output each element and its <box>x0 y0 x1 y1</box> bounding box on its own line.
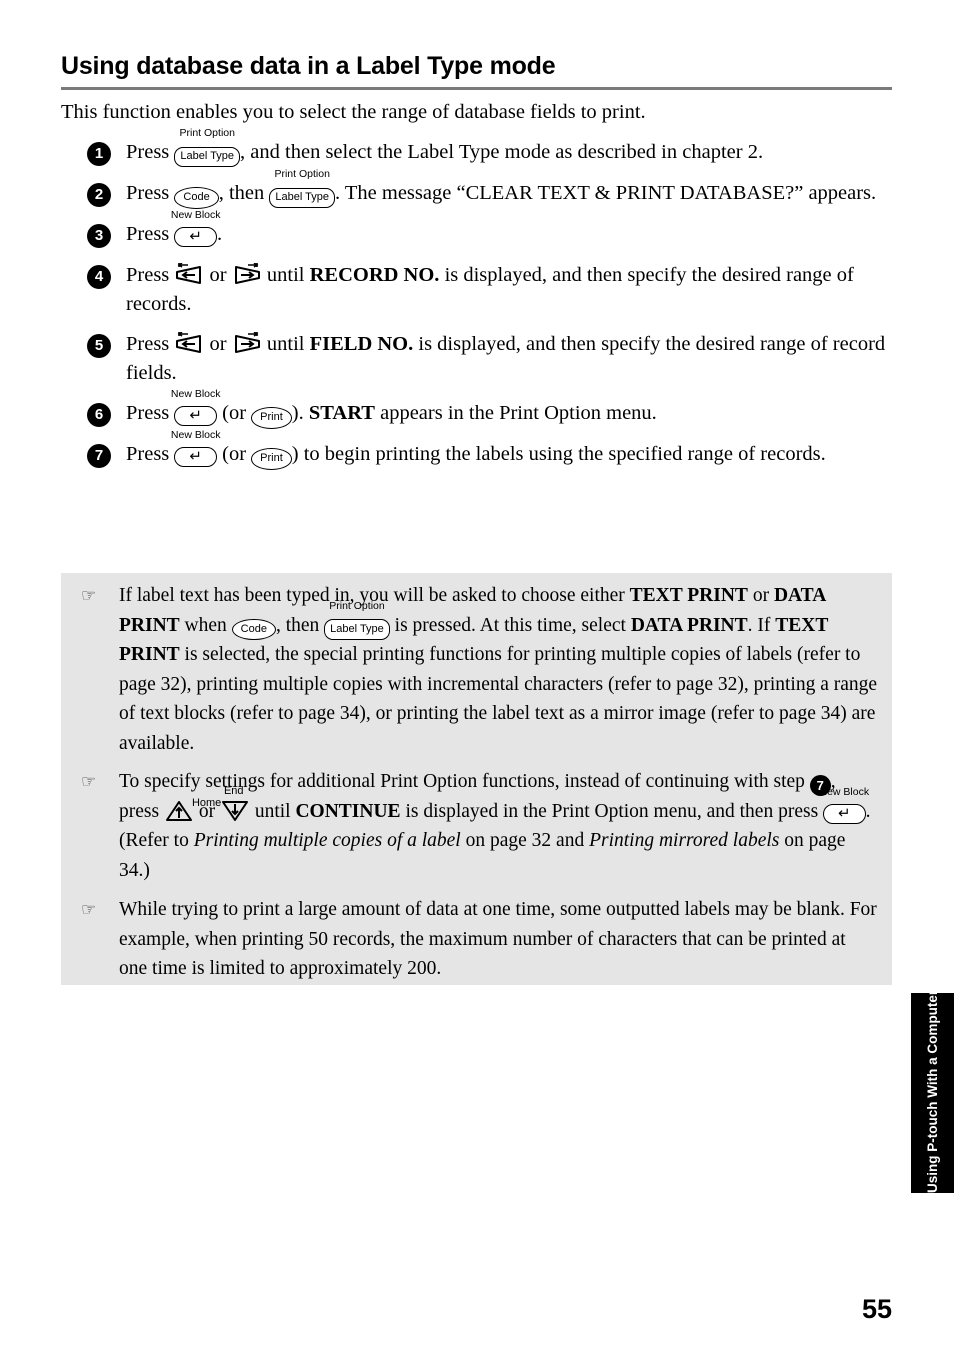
step-number-badge: 4 <box>87 265 111 289</box>
step-item: 7 Press New Block ↵ (or Print) to begin pr… <box>61 430 906 470</box>
key-new-block-cap: ↵ <box>174 227 217 247</box>
emphasis-text: RECORD NO. <box>309 264 440 286</box>
section-side-tab-label: Using P-touch With a Computer (for PT-16… <box>924 872 940 1193</box>
reference-title: Printing multiple copies of a label <box>193 830 461 851</box>
step-number-badge: 2 <box>87 183 111 207</box>
end-key-top-label: End <box>223 784 244 797</box>
key-label-type-cap: Label Type <box>324 619 390 640</box>
step-number-badge: 3 <box>87 224 111 248</box>
key-home-icon: Home <box>164 797 221 827</box>
steps-list: 1 Press Print Option Label Type, and then … <box>61 128 906 481</box>
reference-title: Printing mirrored labels <box>589 830 780 851</box>
key-cursor-left-icon <box>174 330 204 359</box>
key-new-block-cap: ↵ <box>823 803 866 824</box>
key-print-icon: Print <box>251 440 292 470</box>
page-title: Using database data in a Label Type mode <box>61 52 556 80</box>
cursor-left-icon <box>174 332 204 355</box>
step-item: 1 Press Print Option Label Type, and then … <box>61 128 906 168</box>
step-text: Press New Block ↵ (or Print) to begin pri… <box>126 430 906 470</box>
key-new-block-cap: ↵ <box>174 406 217 426</box>
key-code-cap: Code <box>231 618 276 640</box>
key-new-block-top-label: New Block <box>170 209 221 221</box>
note-text: While trying to print a large amount of … <box>119 899 877 979</box>
pointing-hand-icon: ☞ <box>81 900 97 919</box>
note-text: If label text has been typed in, you wil… <box>119 585 878 754</box>
cursor-right-icon <box>232 263 262 286</box>
step-number-badge: 1 <box>87 142 111 166</box>
key-new-block-top-label: New Block <box>819 785 870 798</box>
cursor-left-icon <box>174 263 204 286</box>
note-item: ☞ If label text has been typed in, you wi… <box>61 573 892 758</box>
end-key-icon: End <box>220 785 250 823</box>
pointing-hand-icon: ☞ <box>81 772 97 791</box>
step-text: Press New Block ↵ (or Print). START appea… <box>126 389 906 429</box>
step-text: Press or until RECORD NO. is displayed, … <box>126 261 906 319</box>
heading-divider <box>61 87 892 90</box>
key-code-cap: Code <box>174 187 219 209</box>
emphasis-text: TEXT PRINT <box>629 585 748 606</box>
intro-paragraph: This function enables you to select the … <box>61 101 646 123</box>
key-label-type-icon: Print Option Label Type <box>269 169 336 208</box>
step-item: 5 Press or until FIELD NO. is displayed, … <box>61 330 906 388</box>
note-box: ☞ If label text has been typed in, you wi… <box>61 573 892 985</box>
step-item: 3 Press New Block ↵. <box>61 210 906 250</box>
document-page: Using database data in a Label Type mode… <box>0 0 954 1357</box>
home-key-icon: Home <box>164 797 221 823</box>
note-item: ☞ To specify settings for additional Prin… <box>61 758 892 885</box>
step-text: Press or until FIELD NO. is displayed, a… <box>126 330 906 388</box>
emphasis-text: CONTINUE <box>295 800 401 822</box>
key-print-cap: Print <box>251 407 292 429</box>
note-item: ☞ While trying to print a large amount of… <box>61 885 892 984</box>
key-label-type-top-label: Print Option <box>329 599 385 612</box>
key-new-block-cap: ↵ <box>174 447 217 467</box>
step-number-badge: 5 <box>87 334 111 358</box>
step-number-badge: 7 <box>87 444 111 468</box>
home-key-top-label: Home <box>191 796 222 809</box>
key-label-type-top-label: Print Option <box>179 127 235 139</box>
key-new-block-top-label: New Block <box>170 388 221 400</box>
step-text: Press Print Option Label Type, and then s… <box>126 128 906 167</box>
cursor-right-icon <box>232 332 262 355</box>
step-text: Press New Block ↵. <box>126 210 906 249</box>
key-print-icon: Print <box>251 399 292 429</box>
key-cursor-left-icon <box>174 261 204 290</box>
key-label-type-icon: Print Option Label Type <box>324 600 390 641</box>
emphasis-text: DATA PRINT <box>630 614 748 636</box>
key-new-block-icon: New Block ↵ <box>171 389 221 428</box>
step-item: 6 Press New Block ↵ (or Print). START appe… <box>61 389 906 429</box>
key-new-block-top-label: New Block <box>170 429 221 441</box>
note-text: To specify settings for additional Print… <box>119 771 871 881</box>
key-new-block-icon: New Block ↵ <box>171 210 221 249</box>
key-cursor-right-icon <box>232 261 262 290</box>
section-side-tab: Using P-touch With a Computer (for PT-16… <box>911 872 954 1193</box>
step-item: 2 Press Code, then Print Option Label Type… <box>61 169 906 209</box>
step-text: Press Code, then Print Option Label Type.… <box>126 169 906 209</box>
key-label-type-top-label: Print Option <box>274 168 330 180</box>
pointing-hand-icon: ☞ <box>81 586 97 605</box>
key-new-block-icon: New Block ↵ <box>820 786 869 827</box>
key-label-type-icon: Print Option Label Type <box>174 128 241 167</box>
key-end-icon: End <box>220 785 250 827</box>
key-code-icon: Code <box>174 179 219 209</box>
key-label-type-cap: Label Type <box>269 187 336 208</box>
key-cursor-right-icon <box>232 330 262 359</box>
step-item: 4 Press or until RECORD NO. is displayed,… <box>61 261 906 319</box>
emphasis-text: FIELD NO. <box>309 333 414 355</box>
key-new-block-icon: New Block ↵ <box>171 430 221 469</box>
key-label-type-cap: Label Type <box>174 146 241 167</box>
page-number: 55 <box>861 1294 892 1324</box>
key-code-icon: Code <box>231 611 276 640</box>
step-number-badge: 6 <box>87 403 111 427</box>
emphasis-text: START <box>308 402 375 424</box>
key-print-cap: Print <box>251 448 292 470</box>
